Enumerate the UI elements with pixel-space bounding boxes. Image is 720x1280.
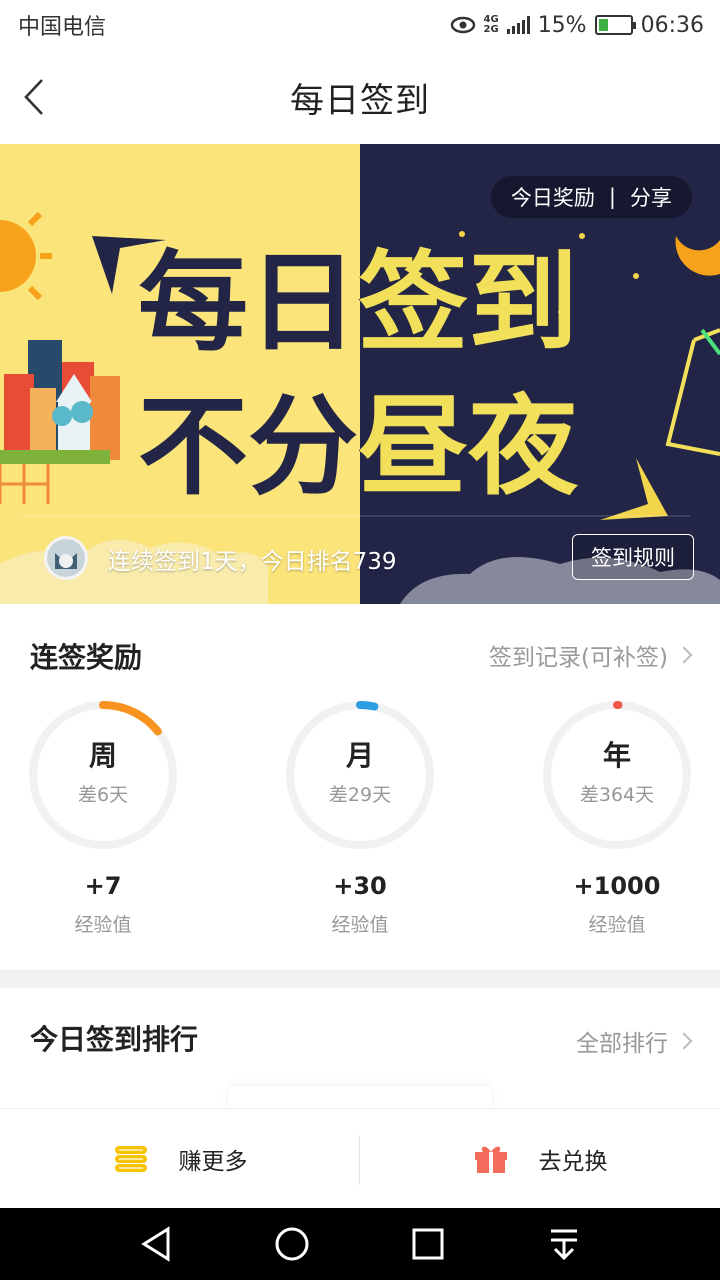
exp-value: +30 (333, 872, 387, 900)
today-reward-link[interactable]: 今日奖励 (511, 182, 595, 212)
clock: 06:36 (640, 12, 704, 38)
back-button[interactable] (14, 74, 54, 120)
reward-period: 月 (345, 739, 374, 772)
pull-down-icon (551, 1229, 577, 1261)
reward-period: 年 (602, 739, 631, 772)
chevron-right-icon (675, 1032, 693, 1050)
section-divider (0, 970, 720, 988)
exp-label: 经验值 (331, 914, 389, 936)
nav-recents-button[interactable] (404, 1220, 452, 1268)
checkin-rules-button[interactable]: 签到规则 (572, 534, 694, 580)
today-ranking-section: 今日签到排行 全部排行 (0, 988, 720, 1116)
sun-icon (0, 211, 52, 301)
days-remaining: 差29天 (328, 784, 392, 806)
month-reward[interactable]: 月 差29天 +30 经验值 (285, 700, 435, 940)
nav-back-button[interactable] (132, 1220, 180, 1268)
days-remaining: 差6天 (77, 784, 129, 806)
pill-separator: | (608, 185, 616, 209)
network-type: 4G 2G (483, 14, 499, 35)
exp-label: 经验值 (588, 914, 646, 936)
moon-icon (675, 236, 720, 276)
status-bar: 中国电信 4G 2G 15% 06:36 (0, 0, 720, 50)
square-recents-icon (412, 1228, 444, 1260)
carrier-label: 中国电信 (18, 15, 107, 40)
nav-home-button[interactable] (268, 1220, 316, 1268)
reward-share-pill: 今日奖励 | 分享 (490, 176, 692, 218)
checkin-banner: 每日签到 不分昼夜 每日签到 不分昼夜 今日奖励 | 分享 连续签到1天，今日排… (0, 144, 720, 604)
progress-ring (29, 701, 177, 849)
signal-icon (506, 16, 530, 34)
nav-notification-button[interactable] (540, 1220, 588, 1268)
coins-icon (114, 1145, 147, 1172)
streak-info-bar: 连续签到1天，今日排名739 签到规则 (0, 514, 720, 604)
streak-rank-text: 连续签到1天，今日排名739 (108, 549, 397, 575)
days-remaining: 差364天 (579, 784, 655, 806)
all-ranking-link[interactable]: 全部排行 (576, 1024, 693, 1058)
neon-sign-icon (665, 328, 720, 456)
exp-label: 经验值 (74, 914, 132, 936)
exp-value: +7 (84, 872, 122, 900)
share-link[interactable]: 分享 (630, 182, 672, 212)
battery-percent: 15% (537, 12, 587, 38)
streak-rewards-title: 连签奖励 (30, 641, 143, 674)
checkin-record-link[interactable]: 签到记录(可补签) (489, 638, 693, 672)
bottom-action-bar: 赚更多 去兑换 (0, 1108, 720, 1208)
redeem-button[interactable]: 去兑换 (360, 1109, 720, 1208)
progress-ring (543, 701, 691, 849)
progress-ring (286, 701, 434, 849)
status-icons: 4G 2G 15% 06:36 (450, 13, 704, 38)
city-skyline-icon (0, 340, 120, 504)
system-nav-bar (0, 1208, 720, 1280)
page-header: 每日签到 (0, 50, 720, 144)
avatar[interactable] (44, 536, 88, 580)
back-arrow-icon (24, 79, 43, 115)
reward-period: 周 (88, 739, 117, 772)
gift-icon (474, 1146, 507, 1173)
earn-more-label: 赚更多 (178, 1148, 248, 1175)
circle-home-icon (275, 1227, 309, 1261)
year-reward[interactable]: 年 差364天 +1000 经验值 (542, 700, 692, 940)
all-ranking-label: 全部排行 (576, 1031, 668, 1057)
avatar-image (47, 539, 85, 577)
redeem-label: 去兑换 (538, 1148, 608, 1175)
page-title: 每日签到 (290, 80, 430, 121)
ranking-title: 今日签到排行 (30, 1023, 199, 1056)
checkin-record-label: 签到记录(可补签) (489, 645, 668, 671)
earn-more-button[interactable]: 赚更多 (0, 1109, 360, 1208)
week-reward[interactable]: 周 差6天 +7 经验值 (28, 700, 178, 940)
quote-mark-right (600, 458, 668, 520)
streak-rewards-section: 连签奖励 签到记录(可补签) 周 差6天 +7 经验值 月 差29天 +30 经… (0, 604, 720, 970)
eye-icon (450, 16, 475, 34)
chevron-right-icon (675, 646, 693, 664)
battery-icon (594, 15, 636, 35)
action-divider (359, 1135, 360, 1185)
triangle-back-icon (141, 1226, 170, 1262)
exp-value: +1000 (573, 872, 661, 900)
